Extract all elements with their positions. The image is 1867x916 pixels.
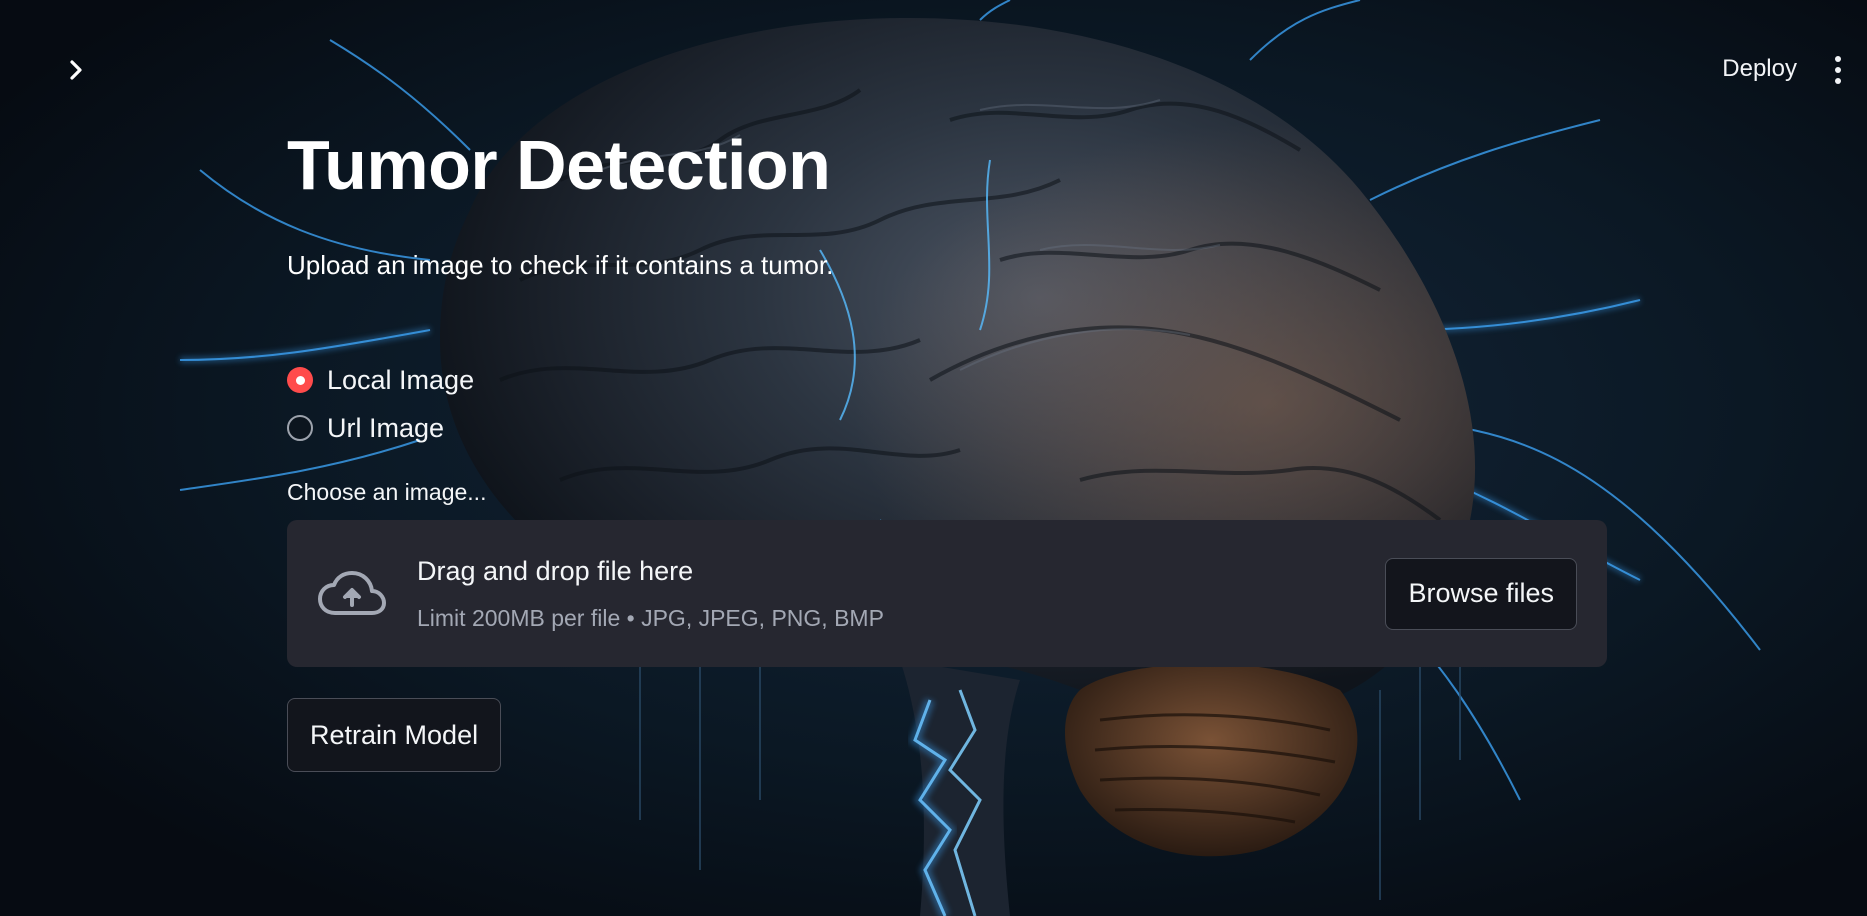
deploy-button[interactable]: Deploy [1722, 52, 1797, 86]
main-content: Tumor Detection Upload an image to check… [287, 120, 1607, 772]
radio-label-local-image: Local Image [327, 364, 475, 395]
radio-unselected-icon[interactable] [287, 415, 313, 441]
radio-option-local-image[interactable]: Local Image [287, 365, 1607, 395]
retrain-model-button[interactable]: Retrain Model [287, 698, 502, 772]
cloud-upload-icon [318, 570, 386, 615]
app-root: Deploy Tumor Detection Upload an image t… [0, 0, 1867, 916]
page-subtitle: Upload an image to check if it contains … [287, 250, 834, 280]
dropzone-file-limit: Limit 200MB per file • JPG, JPEG, PNG, B… [417, 604, 884, 631]
chevron-right-icon [70, 60, 82, 80]
file-uploader-label: Choose an image... [287, 479, 487, 505]
dropzone-title: Drag and drop file here [417, 555, 694, 586]
vertical-ellipsis-icon-dot [1835, 67, 1841, 73]
sidebar-toggle-button[interactable] [58, 52, 94, 88]
radio-label-url-image: Url Image [327, 412, 445, 443]
radio-option-url-image[interactable]: Url Image [287, 413, 1607, 443]
vertical-ellipsis-icon [1835, 56, 1841, 62]
vertical-ellipsis-icon-dot [1835, 78, 1841, 84]
main-menu-button[interactable] [1825, 50, 1851, 90]
image-source-radio-group: Local Image Url Image [287, 365, 1607, 443]
dropzone-instructions: Drag and drop file here Limit 200MB per … [417, 556, 1385, 632]
page-title: Tumor Detection [287, 126, 831, 204]
browse-files-button[interactable]: Browse files [1385, 557, 1577, 630]
file-dropzone[interactable]: Drag and drop file here Limit 200MB per … [287, 520, 1607, 667]
radio-selected-icon[interactable] [287, 367, 313, 393]
